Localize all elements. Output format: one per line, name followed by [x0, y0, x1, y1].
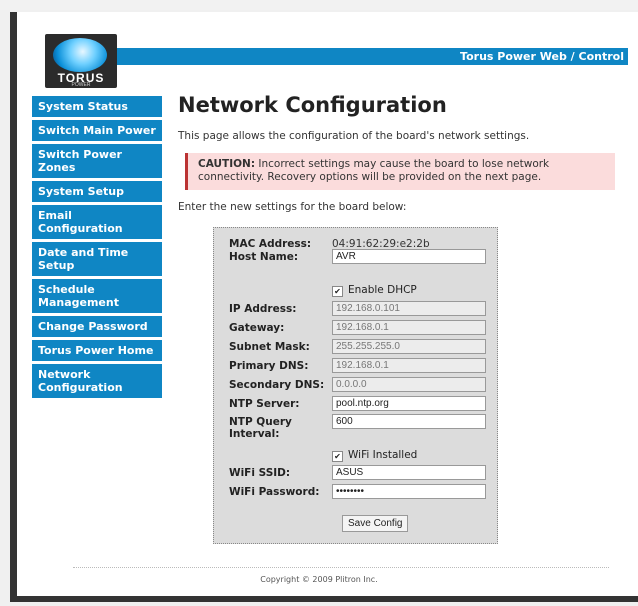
sidebar-item-date-time-setup[interactable]: Date and Time Setup	[32, 242, 162, 276]
dhcp-checkbox[interactable]: ✔	[332, 286, 343, 297]
page-intro: This page allows the configuration of th…	[178, 130, 530, 142]
wifi-password-input[interactable]	[332, 484, 486, 499]
copyright-text: Copyright © 2009 Plitron Inc.	[260, 575, 378, 584]
wifi-installed-checkbox[interactable]: ✔	[332, 451, 343, 462]
caution-box: CAUTION: Incorrect settings may cause th…	[185, 153, 615, 190]
wifi-ssid-input[interactable]	[332, 465, 486, 480]
caution-label: CAUTION:	[198, 158, 256, 170]
browser-top-strip	[0, 0, 638, 10]
primary-dns-label: Primary DNS:	[229, 360, 309, 372]
host-name-label: Host Name:	[229, 251, 299, 263]
wifi-installed-checkbox-row[interactable]: ✔ WiFi Installed	[332, 449, 417, 462]
sidebar-nav: System Status Switch Main Power Switch P…	[32, 96, 162, 401]
sidebar-item-switch-main-power[interactable]: Switch Main Power	[32, 120, 162, 141]
logo-subtext: POWER	[71, 82, 91, 88]
subnet-mask-input[interactable]	[332, 339, 486, 354]
primary-dns-input[interactable]	[332, 358, 486, 373]
wifi-installed-label: WiFi Installed	[348, 449, 418, 461]
ip-address-label: IP Address:	[229, 303, 297, 315]
main-content: Network Configuration This page allows t…	[178, 92, 628, 213]
wifi-password-label: WiFi Password:	[229, 486, 320, 498]
page-bottom-bar	[10, 596, 638, 602]
logo-ring-icon	[53, 38, 107, 72]
header-title: Torus Power Web / Control	[460, 50, 624, 63]
secondary-dns-label: Secondary DNS:	[229, 379, 325, 391]
sidebar-item-schedule-management[interactable]: Schedule Management	[32, 279, 162, 313]
ntp-query-interval-label: NTP Query Interval:	[229, 416, 292, 440]
wifi-ssid-label: WiFi SSID:	[229, 467, 291, 479]
dhcp-label: Enable DHCP	[348, 284, 417, 296]
ip-address-input[interactable]	[332, 301, 486, 316]
network-settings-form: MAC Address: 04:91:62:29:e2:2b Host Name…	[213, 227, 498, 544]
sidebar-item-torus-power-home[interactable]: Torus Power Home	[32, 340, 162, 361]
gateway-label: Gateway:	[229, 322, 285, 334]
footer-divider	[73, 567, 609, 568]
dhcp-checkbox-row[interactable]: ✔ Enable DHCP	[332, 284, 417, 297]
enter-settings-text: Enter the new settings for the board bel…	[178, 201, 407, 213]
sidebar-item-change-password[interactable]: Change Password	[32, 316, 162, 337]
header-bar: Torus Power Web / Control	[117, 48, 628, 65]
sidebar-item-system-status[interactable]: System Status	[32, 96, 162, 117]
page-title: Network Configuration	[178, 93, 447, 117]
secondary-dns-input[interactable]	[332, 377, 486, 392]
gateway-input[interactable]	[332, 320, 486, 335]
sidebar-item-switch-power-zones[interactable]: Switch Power Zones	[32, 144, 162, 178]
sidebar-item-system-setup[interactable]: System Setup	[32, 181, 162, 202]
ntp-server-input[interactable]	[332, 396, 486, 411]
sidebar-item-network-configuration[interactable]: Network Configuration	[32, 364, 162, 398]
host-name-input[interactable]	[332, 249, 486, 264]
subnet-mask-label: Subnet Mask:	[229, 341, 310, 353]
save-config-button[interactable]: Save Config	[342, 515, 409, 532]
ntp-server-label: NTP Server:	[229, 398, 300, 410]
ntp-query-interval-input[interactable]	[332, 414, 486, 429]
mac-address-label: MAC Address:	[229, 238, 312, 250]
sidebar-item-email-configuration[interactable]: Email Configuration	[32, 205, 162, 239]
torus-logo[interactable]: TORUS POWER	[45, 34, 117, 88]
